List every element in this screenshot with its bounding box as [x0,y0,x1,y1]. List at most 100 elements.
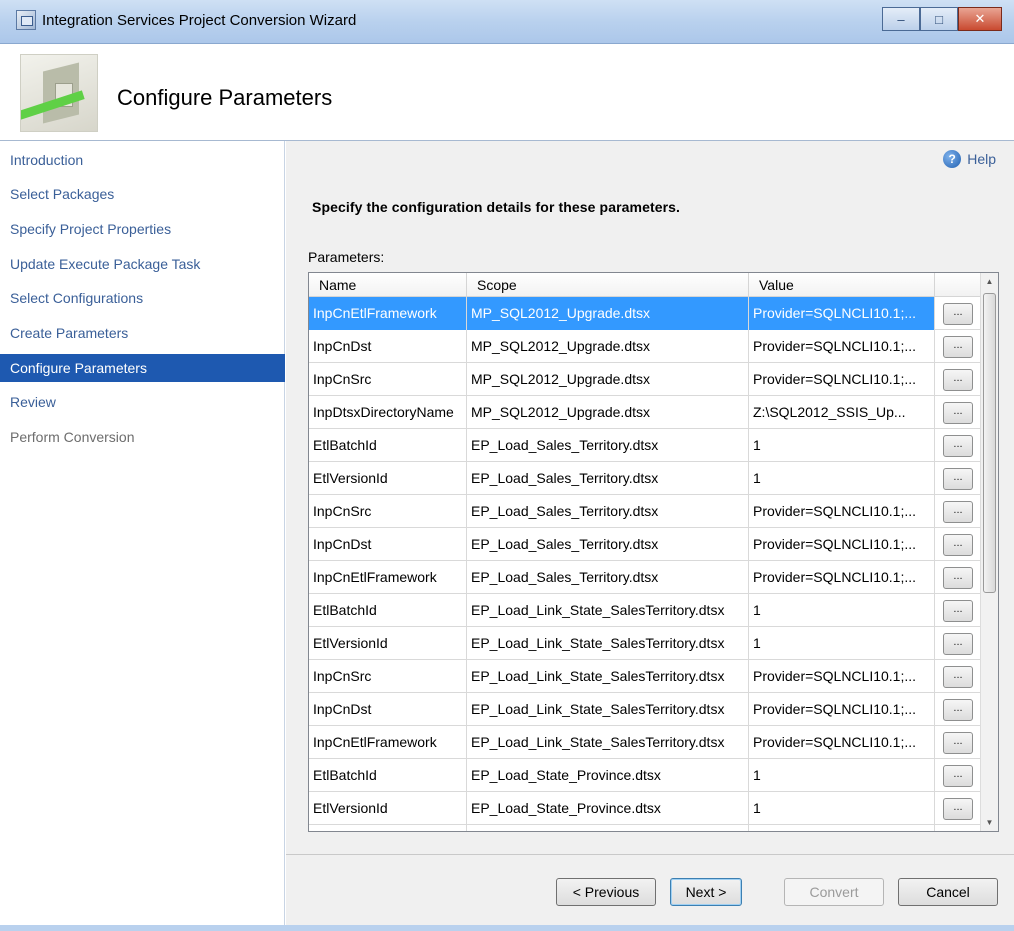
convert-button[interactable]: Convert [784,878,884,906]
parameter-scope-cell[interactable]: EP_Load_Sales_Territory.dtsx [467,528,749,561]
table-row[interactable]: EtlBatchId EP_Load_State_Province.dtsx 1..… [309,759,981,792]
table-row[interactable]: EtlBatchId EP_Load_Sales_Territory.dtsx 1.… [309,429,981,462]
parameter-name-cell[interactable]: EtlVersionId [309,462,467,495]
edit-value-button[interactable]: ... [943,764,973,787]
edit-value-button[interactable]: ... [943,401,973,424]
table-row[interactable]: InpCnSrc EP_Load_Sales_Territory.dtsx Prov… [309,495,981,528]
parameter-name-cell[interactable]: EtlBatchId [309,759,467,792]
scroll-up-arrow-icon[interactable]: ▲ [981,273,998,290]
parameter-scope-cell[interactable]: EP_Load_Link_State_SalesTerritory.dtsx [467,594,749,627]
parameter-value-cell[interactable]: Provider=SQLNCLI10.1;... [749,660,935,693]
sidebar-item-create-parameters[interactable]: Create Parameters [0,319,285,347]
parameter-scope-cell[interactable]: EP_Load_Link_State_SalesTerritory.dtsx [467,726,749,759]
scroll-down-arrow-icon[interactable]: ▼ [981,814,998,831]
parameter-scope-cell[interactable]: MP_SQL2012_Upgrade.dtsx [467,396,749,429]
parameter-name-cell[interactable]: InpCnSrc [309,363,467,396]
parameter-value-cell[interactable]: Provider=SQLNCLI10.1;... [749,693,935,726]
parameter-value-cell[interactable]: Provider=SQLNCLI10.1;... [749,363,935,396]
edit-value-button[interactable]: ... [943,434,973,457]
parameter-scope-cell[interactable]: EP_Load_Sales_Territory.dtsx [467,429,749,462]
parameter-name-cell[interactable]: EtlBatchId [309,594,467,627]
parameter-value-cell[interactable]: Provider=SQLNCLI10.1;... [749,297,935,330]
edit-value-button[interactable]: ... [943,533,973,556]
parameter-name-cell[interactable]: InpCnSrc [309,495,467,528]
column-header-name[interactable]: Name [309,273,467,297]
parameter-scope-cell[interactable]: EP_Load_State_Province.dtsx [467,792,749,825]
parameter-value-cell[interactable]: 1 [749,627,935,660]
parameter-scope-cell[interactable]: EP_Load_Sales_Territory.dtsx [467,462,749,495]
sidebar-item-select-configurations[interactable]: Select Configurations [0,284,285,312]
table-row[interactable]: InpDtsxDirectoryName MP_SQL2012_Upgrade.d… [309,396,981,429]
parameter-value-cell[interactable]: Provider=SQLNCLI10.1;... [749,561,935,594]
table-row[interactable]: InpCnDst MP_SQL2012_Upgrade.dtsx Provider=… [309,330,981,363]
parameter-value-cell[interactable]: Z:\SQL2012_SSIS_Up... [749,396,935,429]
help-link[interactable]: ? Help [943,150,996,168]
sidebar-item-specify-project-properties[interactable]: Specify Project Properties [0,215,285,243]
table-row[interactable]: InpCnDst EP_Load_Sales_Territory.dtsx Prov… [309,528,981,561]
vertical-scrollbar[interactable]: ▲ ▼ [980,273,998,831]
parameter-value-cell[interactable]: Provider=SQLNCLI10.1;... [749,726,935,759]
edit-value-button[interactable]: ... [943,632,973,655]
close-button[interactable]: ✕ [958,7,1002,31]
parameter-name-cell[interactable]: InpCnSrc [309,825,467,831]
edit-value-button[interactable]: ... [943,368,973,391]
parameter-value-cell[interactable]: 1 [749,429,935,462]
sidebar-item-configure-parameters[interactable]: Configure Parameters [0,354,285,382]
table-row[interactable]: EtlVersionId EP_Load_State_Province.dtsx 1… [309,792,981,825]
parameter-name-cell[interactable]: EtlVersionId [309,627,467,660]
table-row[interactable]: EtlBatchId EP_Load_Link_State_SalesTerrit… [309,594,981,627]
parameter-name-cell[interactable]: InpCnDst [309,330,467,363]
parameter-scope-cell[interactable]: MP_SQL2012_Upgrade.dtsx [467,363,749,396]
edit-value-button[interactable]: ... [943,665,973,688]
parameter-value-cell[interactable]: Provider=SQLNCLI10.1;... [749,825,935,831]
scrollbar-thumb[interactable] [983,293,996,593]
parameter-name-cell[interactable]: InpCnEtlFramework [309,561,467,594]
table-row[interactable]: InpCnSrcEP_Load_State_Province.dtsxProvi… [309,825,981,831]
edit-value-button[interactable]: ... [943,731,973,754]
table-row[interactable]: InpCnEtlFramework EP_Load_Link_State_Sale… [309,726,981,759]
parameters-grid[interactable]: Name Scope Value InpCnEtlFramework MP_SQL… [308,272,999,832]
table-row[interactable]: InpCnEtlFramework EP_Load_Sales_Territory… [309,561,981,594]
parameter-name-cell[interactable]: InpCnDst [309,528,467,561]
edit-value-button[interactable]: ... [943,698,973,721]
table-row[interactable]: InpCnSrc EP_Load_Link_State_SalesTerritor… [309,660,981,693]
parameter-scope-cell[interactable]: EP_Load_Link_State_SalesTerritory.dtsx [467,627,749,660]
parameter-scope-cell[interactable]: EP_Load_Link_State_SalesTerritory.dtsx [467,660,749,693]
minimize-button[interactable]: – [882,7,920,31]
parameter-value-cell[interactable]: 1 [749,594,935,627]
parameter-scope-cell[interactable]: MP_SQL2012_Upgrade.dtsx [467,297,749,330]
parameter-value-cell[interactable]: Provider=SQLNCLI10.1;... [749,495,935,528]
sidebar-item-review[interactable]: Review [0,388,285,416]
edit-value-button[interactable]: ... [943,599,973,622]
sidebar-item-update-execute-package-task[interactable]: Update Execute Package Task [0,250,285,278]
edit-value-button[interactable]: ... [943,302,973,325]
parameter-name-cell[interactable]: InpCnSrc [309,660,467,693]
parameter-value-cell[interactable]: 1 [749,792,935,825]
table-row[interactable]: InpCnDst EP_Load_Link_State_SalesTerritor… [309,693,981,726]
edit-value-button[interactable]: ... [943,335,973,358]
column-header-scope[interactable]: Scope [467,273,749,297]
parameter-scope-cell[interactable]: MP_SQL2012_Upgrade.dtsx [467,330,749,363]
maximize-button[interactable]: □ [920,7,958,31]
next-button[interactable]: Next > [670,878,742,906]
edit-value-button[interactable]: ... [943,797,973,820]
title-bar[interactable]: Integration Services Project Conversion … [0,0,1014,44]
table-row[interactable]: InpCnEtlFramework MP_SQL2012_Upgrade.dtsx… [309,297,981,330]
parameter-name-cell[interactable]: InpCnDst [309,693,467,726]
cancel-button[interactable]: Cancel [898,878,998,906]
parameter-scope-cell[interactable]: EP_Load_Sales_Territory.dtsx [467,561,749,594]
parameter-scope-cell[interactable]: EP_Load_State_Province.dtsx [467,759,749,792]
parameter-name-cell[interactable]: EtlVersionId [309,792,467,825]
table-row[interactable]: InpCnSrc MP_SQL2012_Upgrade.dtsx Provider=… [309,363,981,396]
parameter-name-cell[interactable]: EtlBatchId [309,429,467,462]
sidebar-item-select-packages[interactable]: Select Packages [0,180,285,208]
previous-button[interactable]: < Previous [556,878,656,906]
parameter-value-cell[interactable]: 1 [749,462,935,495]
parameter-name-cell[interactable]: InpCnEtlFramework [309,297,467,330]
parameter-value-cell[interactable]: Provider=SQLNCLI10.1;... [749,528,935,561]
parameter-scope-cell[interactable]: EP_Load_Sales_Territory.dtsx [467,495,749,528]
parameter-name-cell[interactable]: InpDtsxDirectoryName [309,396,467,429]
parameter-scope-cell[interactable]: EP_Load_State_Province.dtsx [467,825,749,831]
edit-value-button[interactable]: ... [943,566,973,589]
table-row[interactable]: EtlVersionId EP_Load_Sales_Territory.dtsx… [309,462,981,495]
